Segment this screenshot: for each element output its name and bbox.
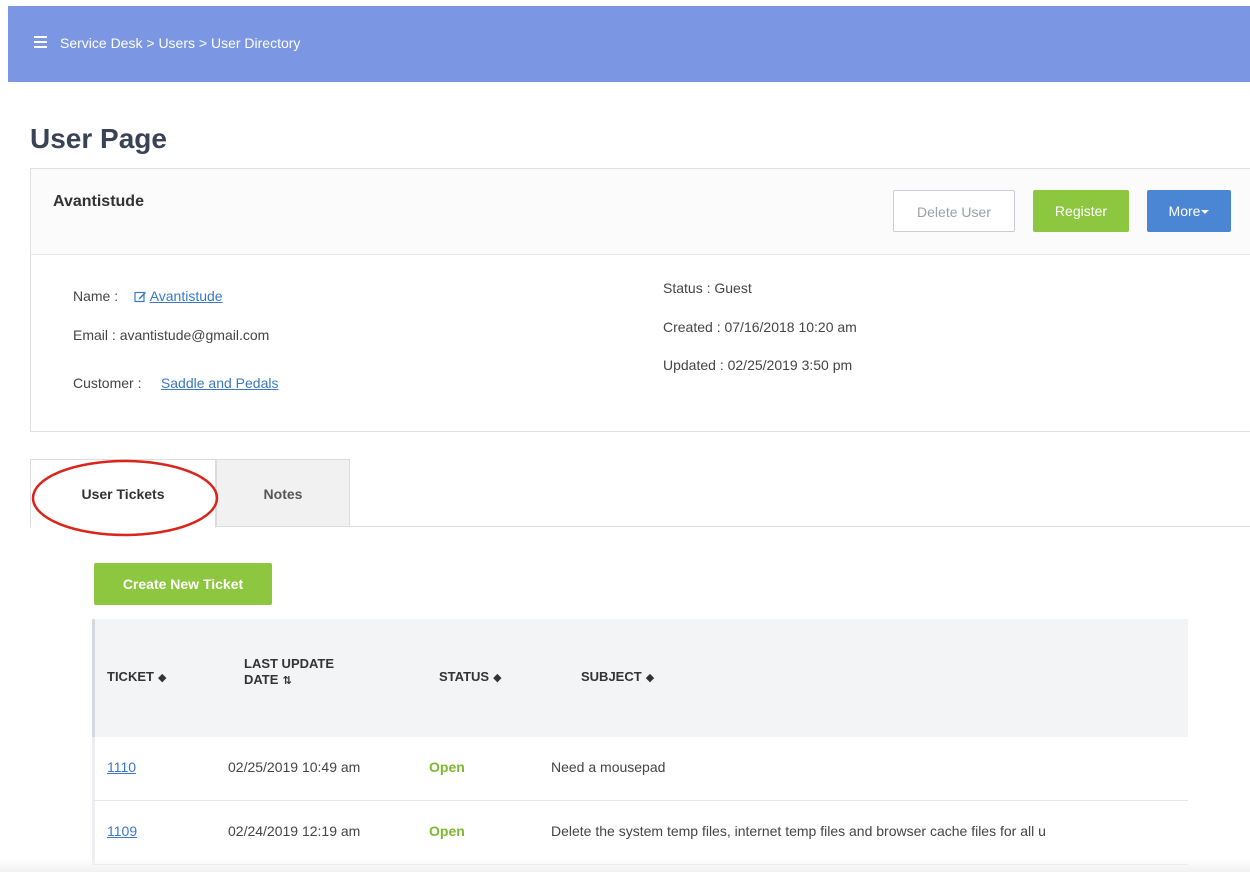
ticket-subject: Delete the system temp files, internet t… bbox=[551, 823, 1046, 839]
status-badge: Open bbox=[429, 759, 465, 775]
customer-row: Customer : Saddle and Pedals bbox=[73, 375, 278, 391]
updated-row: Updated : 02/25/2019 3:50 pm bbox=[663, 357, 852, 373]
name-edit-link[interactable]: Avantistude bbox=[134, 288, 223, 304]
status-row: Status : Guest bbox=[663, 280, 752, 296]
column-header-status[interactable]: STATUS ◆ bbox=[439, 669, 502, 686]
breadcrumb-separator: > bbox=[146, 35, 155, 51]
column-header-subject[interactable]: SUBJECT ◆ bbox=[581, 669, 654, 686]
column-header-subject-label: SUBJECT bbox=[581, 669, 642, 684]
customer-label: Customer : bbox=[73, 375, 142, 391]
created-row: Created : 07/16/2018 10:20 am bbox=[663, 319, 857, 335]
table-row[interactable]: 1109 02/24/2019 12:19 am Open Delete the… bbox=[92, 801, 1188, 865]
column-header-last-update-label-line1: LAST UPDATE bbox=[244, 656, 335, 671]
screenshot-torn-edge bbox=[0, 858, 1250, 872]
sort-descending-icon: ⇅ bbox=[282, 675, 292, 687]
breadcrumb: Service Desk > Users > User Directory bbox=[60, 35, 300, 51]
email-label: Email : bbox=[73, 327, 116, 343]
breadcrumb-users[interactable]: Users bbox=[158, 35, 195, 51]
register-button[interactable]: Register bbox=[1033, 190, 1129, 232]
edit-icon bbox=[134, 291, 146, 303]
column-header-status-label: STATUS bbox=[439, 669, 490, 684]
table-row[interactable]: 1110 02/25/2019 10:49 am Open Need a mou… bbox=[92, 737, 1188, 801]
name-value: Avantistude bbox=[149, 288, 223, 304]
column-header-ticket[interactable]: TICKET ◆ bbox=[107, 669, 166, 686]
created-value: 07/16/2018 10:20 am bbox=[724, 319, 857, 335]
user-display-name: Avantistude bbox=[53, 193, 144, 210]
highlight-annotation-ellipse bbox=[31, 459, 219, 537]
breadcrumb-separator: > bbox=[198, 35, 208, 51]
tickets-table: TICKET ◆ LAST UPDATE DATE ⇅ STATUS ◆ SUBJEC… bbox=[92, 619, 1188, 872]
breadcrumb-service-desk[interactable]: Service Desk bbox=[60, 35, 142, 51]
status-label: Status : bbox=[663, 280, 711, 296]
last-update-date: 02/25/2019 10:49 am bbox=[228, 759, 361, 775]
ticket-subject: Need a mousepad bbox=[551, 759, 666, 775]
created-label: Created : bbox=[663, 319, 721, 335]
email-value: avantistude@gmail.com bbox=[119, 327, 270, 343]
create-new-ticket-button[interactable]: Create New Ticket bbox=[94, 563, 272, 605]
column-header-last-update-label-line2: DATE bbox=[244, 672, 279, 687]
caret-down-icon bbox=[1201, 210, 1210, 215]
user-details-card: Avantistude Delete User Register More Na… bbox=[30, 168, 1250, 432]
email-row: Email : avantistude@gmail.com bbox=[73, 327, 269, 343]
sort-icon: ◆ bbox=[493, 672, 502, 684]
name-row: Name : Avantistude bbox=[73, 288, 223, 304]
column-header-ticket-label: TICKET bbox=[107, 669, 154, 684]
last-update-date: 02/24/2019 12:19 am bbox=[228, 823, 361, 839]
status-badge: Open bbox=[429, 823, 465, 839]
table-header: TICKET ◆ LAST UPDATE DATE ⇅ STATUS ◆ SUBJEC… bbox=[92, 619, 1188, 737]
delete-user-button[interactable]: Delete User bbox=[893, 190, 1015, 232]
hamburger-menu-icon[interactable] bbox=[34, 36, 47, 48]
user-card-header: Avantistude Delete User Register More bbox=[31, 169, 1250, 255]
header-bar: Service Desk > Users > User Directory bbox=[8, 6, 1250, 82]
column-header-last-update-date[interactable]: LAST UPDATE DATE ⇅ bbox=[244, 656, 334, 689]
page-title: User Page bbox=[30, 123, 167, 154]
tab-notes[interactable]: Notes bbox=[216, 459, 350, 527]
status-value: Guest bbox=[714, 280, 752, 296]
more-dropdown-button[interactable]: More bbox=[1147, 190, 1231, 232]
sort-icon: ◆ bbox=[645, 672, 655, 684]
sort-icon: ◆ bbox=[157, 672, 167, 684]
breadcrumb-user-directory: User Directory bbox=[210, 35, 301, 51]
customer-link[interactable]: Saddle and Pedals bbox=[161, 375, 279, 391]
ticket-link[interactable]: 1110 bbox=[107, 759, 136, 775]
name-label: Name : bbox=[73, 288, 119, 304]
updated-label: Updated : bbox=[663, 357, 724, 373]
updated-value: 02/25/2019 3:50 pm bbox=[727, 357, 853, 373]
more-button-label: More bbox=[1168, 203, 1201, 219]
ticket-link[interactable]: 1109 bbox=[107, 823, 137, 839]
